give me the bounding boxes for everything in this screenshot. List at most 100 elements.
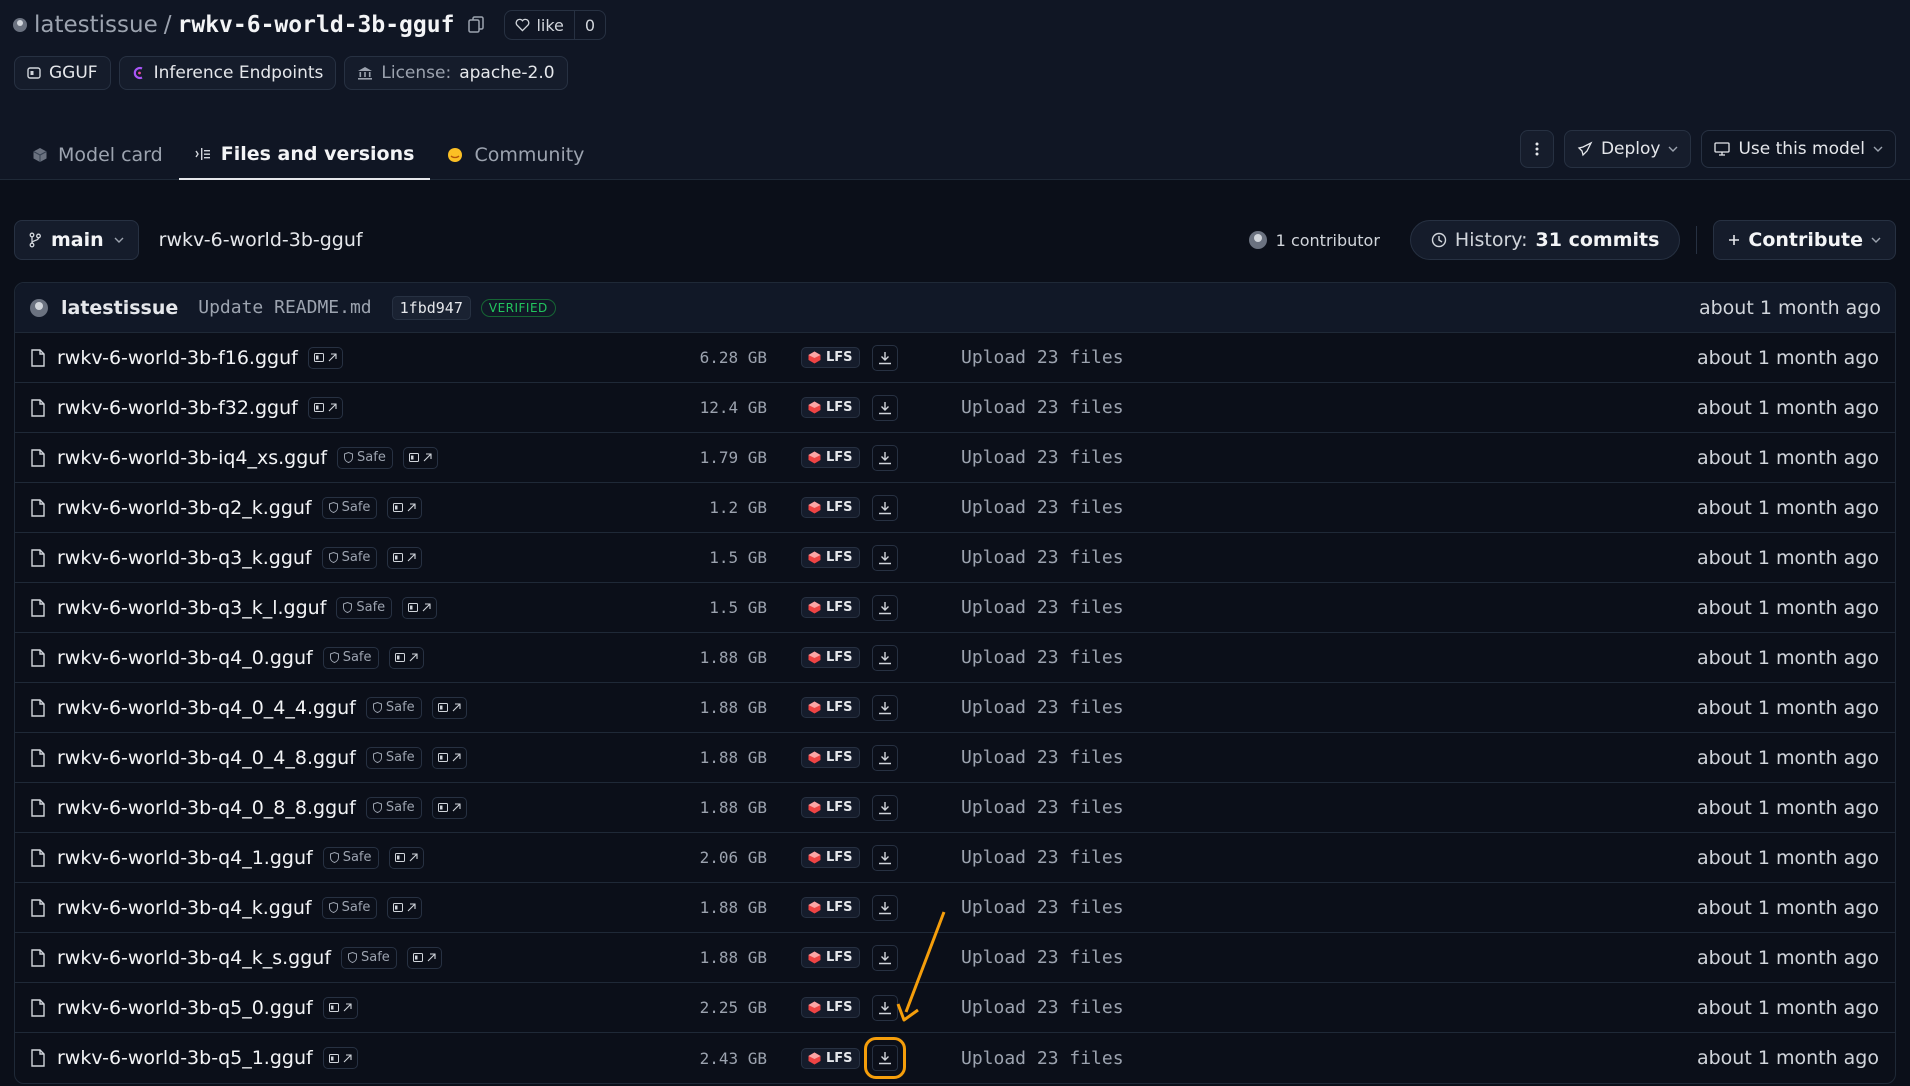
- file-info-button[interactable]: [388, 846, 424, 869]
- tab-community[interactable]: Community: [430, 130, 600, 180]
- file-commit-message[interactable]: Upload 23 files: [961, 847, 1124, 868]
- file-name-link[interactable]: rwkv-6-world-3b-q4_1.gguf: [57, 847, 313, 869]
- download-button[interactable]: [872, 544, 898, 571]
- file-date: about 1 month ago: [1696, 496, 1879, 519]
- lfs-badge: LFS: [801, 997, 860, 1018]
- branch-selector[interactable]: main: [14, 220, 139, 260]
- download-button[interactable]: [872, 844, 898, 871]
- file-info-button[interactable]: [322, 996, 358, 1019]
- safe-badge[interactable]: Safe: [341, 946, 397, 969]
- file-info-button[interactable]: [388, 646, 424, 669]
- file-name-link[interactable]: rwkv-6-world-3b-q4_0_8_8.gguf: [57, 797, 356, 819]
- file-name-link[interactable]: rwkv-6-world-3b-q4_k.gguf: [57, 897, 312, 919]
- deploy-button[interactable]: Deploy: [1563, 130, 1692, 168]
- download-button[interactable]: [872, 594, 898, 621]
- commit-message[interactable]: Update README.md: [198, 297, 371, 318]
- file-name-link[interactable]: rwkv-6-world-3b-q4_0_4_8.gguf: [57, 747, 356, 769]
- file-commit-message[interactable]: Upload 23 files: [961, 897, 1124, 918]
- file-info-button[interactable]: [406, 946, 442, 969]
- file-name-link[interactable]: rwkv-6-world-3b-q3_k_l.gguf: [57, 597, 326, 619]
- commit-sha[interactable]: 1fbd947: [391, 295, 471, 320]
- file-name-link[interactable]: rwkv-6-world-3b-q4_k_s.gguf: [57, 947, 331, 969]
- tag-license[interactable]: License: apache-2.0: [344, 56, 568, 90]
- file-commit-message[interactable]: Upload 23 files: [961, 947, 1124, 968]
- download-button[interactable]: [872, 744, 898, 771]
- download-button[interactable]: [872, 694, 898, 721]
- use-this-model-button[interactable]: Use this model: [1701, 130, 1896, 168]
- file-name-link[interactable]: rwkv-6-world-3b-q3_k.gguf: [57, 547, 312, 569]
- download-button[interactable]: [872, 944, 898, 971]
- file-name-link[interactable]: rwkv-6-world-3b-f16.gguf: [57, 347, 298, 369]
- safe-badge[interactable]: Safe: [365, 796, 422, 819]
- external-link-icon: [452, 753, 461, 762]
- file-commit-message[interactable]: Upload 23 files: [961, 797, 1124, 818]
- license-label: License:: [381, 63, 452, 83]
- file-commit-message[interactable]: Upload 23 files: [961, 997, 1124, 1018]
- file-info-button[interactable]: [402, 446, 438, 469]
- more-options-button[interactable]: [1519, 130, 1554, 168]
- file-commit-message[interactable]: Upload 23 files: [961, 347, 1124, 368]
- tab-files-and-versions[interactable]: Files and versions: [178, 130, 431, 180]
- safe-badge[interactable]: Safe: [365, 746, 422, 769]
- download-button[interactable]: [872, 394, 898, 421]
- file-info-button[interactable]: [322, 1047, 358, 1069]
- repo-owner-link[interactable]: latestissue: [34, 12, 158, 38]
- shield-icon: [343, 602, 353, 613]
- file-name-link[interactable]: rwkv-6-world-3b-q2_k.gguf: [57, 497, 312, 519]
- file-commit-message[interactable]: Upload 23 files: [961, 447, 1124, 468]
- download-button[interactable]: [872, 444, 898, 471]
- commit-author[interactable]: latestissue: [61, 297, 178, 319]
- file-commit-message[interactable]: Upload 23 files: [961, 597, 1124, 618]
- file-info-button[interactable]: [387, 896, 423, 919]
- tag-inference-endpoints[interactable]: Inference Endpoints: [118, 56, 337, 90]
- file-commit-message[interactable]: Upload 23 files: [961, 397, 1124, 418]
- safe-badge[interactable]: Safe: [337, 446, 393, 469]
- safe-badge[interactable]: Safe: [322, 646, 379, 669]
- file-info-button[interactable]: [431, 696, 467, 719]
- download-button[interactable]: [872, 644, 898, 671]
- tab-label: Files and versions: [220, 143, 415, 165]
- download-button[interactable]: [872, 994, 898, 1021]
- safe-badge[interactable]: Safe: [322, 846, 379, 869]
- safe-badge[interactable]: Safe: [321, 896, 378, 919]
- current-path[interactable]: rwkv-6-world-3b-gguf: [159, 229, 363, 251]
- safe-badge[interactable]: Safe: [321, 496, 378, 519]
- file-name-link[interactable]: rwkv-6-world-3b-q5_1.gguf: [57, 1047, 313, 1069]
- file-name-link[interactable]: rwkv-6-world-3b-f32.gguf: [57, 397, 298, 419]
- file-name-link[interactable]: rwkv-6-world-3b-q4_0_4_4.gguf: [57, 697, 356, 719]
- safe-badge[interactable]: Safe: [365, 696, 422, 719]
- file-commit-message[interactable]: Upload 23 files: [961, 1048, 1124, 1069]
- safe-badge[interactable]: Safe: [321, 546, 378, 569]
- file-info-button[interactable]: [307, 396, 343, 419]
- contribute-button[interactable]: Contribute: [1713, 220, 1896, 260]
- file-name-link[interactable]: rwkv-6-world-3b-q5_0.gguf: [57, 997, 313, 1019]
- tag-gguf[interactable]: GGUF: [14, 56, 111, 90]
- file-commit-message[interactable]: Upload 23 files: [961, 547, 1124, 568]
- file-commit-message[interactable]: Upload 23 files: [961, 497, 1124, 518]
- download-button[interactable]: [872, 794, 898, 821]
- download-button[interactable]: [872, 494, 898, 521]
- copy-icon[interactable]: [468, 16, 485, 34]
- repo-name[interactable]: rwkv-6-world-3b-gguf: [178, 12, 455, 38]
- file-info-button[interactable]: [402, 596, 438, 619]
- safe-label: Safe: [341, 550, 371, 565]
- safe-label: Safe: [385, 800, 415, 815]
- safe-badge[interactable]: Safe: [336, 596, 393, 619]
- file-commit-message[interactable]: Upload 23 files: [961, 647, 1124, 668]
- file-info-button[interactable]: [387, 546, 423, 569]
- file-info-button[interactable]: [387, 496, 423, 519]
- like-button[interactable]: like 0: [504, 10, 607, 40]
- tab-model-card[interactable]: Model card: [16, 130, 179, 180]
- file-info-button[interactable]: [431, 746, 467, 769]
- contributors[interactable]: 1 contributor: [1248, 230, 1380, 250]
- file-commit-message[interactable]: Upload 23 files: [961, 747, 1124, 768]
- download-button[interactable]: [864, 1037, 906, 1079]
- download-button[interactable]: [872, 344, 898, 371]
- file-commit-message[interactable]: Upload 23 files: [961, 697, 1124, 718]
- history-button[interactable]: History: 31 commits: [1409, 220, 1681, 260]
- file-info-button[interactable]: [307, 346, 343, 369]
- file-info-button[interactable]: [431, 796, 467, 819]
- download-button[interactable]: [872, 894, 898, 921]
- file-name-link[interactable]: rwkv-6-world-3b-iq4_xs.gguf: [57, 447, 327, 469]
- file-name-link[interactable]: rwkv-6-world-3b-q4_0.gguf: [57, 647, 313, 669]
